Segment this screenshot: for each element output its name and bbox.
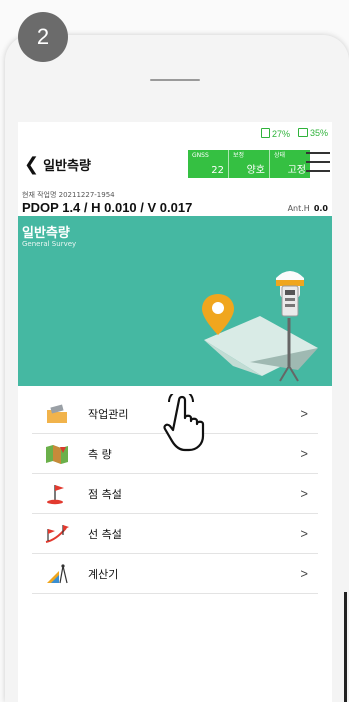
chevron-right-icon: > [300, 486, 308, 501]
chevron-right-icon: > [300, 446, 308, 461]
folder-icon [44, 402, 70, 426]
gnss-cell: GNSS 22 [192, 152, 224, 176]
location-pin-icon [202, 294, 234, 335]
map-icon [44, 442, 70, 466]
chevron-left-icon: ❮ [24, 154, 40, 175]
correction-cell: 보정 양호 [228, 150, 269, 178]
state-cell: 상태 고정 [269, 150, 310, 178]
menu-item-point-stakeout[interactable]: 점 측설 > [32, 474, 318, 514]
menu-item-line-stakeout[interactable]: 선 측설 > [32, 514, 318, 554]
point-flag-icon [44, 482, 70, 506]
antenna-height: Ant.H 0.0 [287, 204, 328, 213]
phone-speaker [150, 79, 200, 81]
gnss-status-panel[interactable]: GNSS 22 보정 양호 상태 고정 [188, 150, 310, 178]
page-title: 일반측량 [43, 159, 91, 174]
scroll-indicator [344, 592, 347, 702]
calculator-icon [44, 562, 70, 586]
pointing-hand-icon [157, 389, 213, 460]
menu-item-calculator[interactable]: 계산기 > [32, 554, 318, 594]
chevron-right-icon: > [300, 526, 308, 541]
pdop-readout: PDOP 1.4 / H 0.010 / V 0.017 [22, 200, 193, 215]
battery-1: 27% [261, 128, 290, 139]
chevron-right-icon: > [300, 406, 308, 421]
hamburger-menu-icon[interactable] [306, 152, 330, 174]
chevron-right-icon: > [300, 566, 308, 581]
status-bar: 27% 35% [261, 128, 328, 139]
back-button[interactable]: ❮ 일반측량 [24, 154, 91, 175]
line-flag-icon [44, 522, 70, 546]
app-header: ❮ 일반측량 GNSS 22 보정 양호 상태 고정 [18, 146, 332, 180]
job-name: 현재 작업명 20211227-1954 [22, 191, 115, 199]
battery-2: 35% [298, 128, 328, 139]
survey-illustration [202, 271, 318, 382]
survey-banner: 일반측량 General Survey [18, 216, 332, 386]
step-badge: 2 [18, 12, 68, 62]
